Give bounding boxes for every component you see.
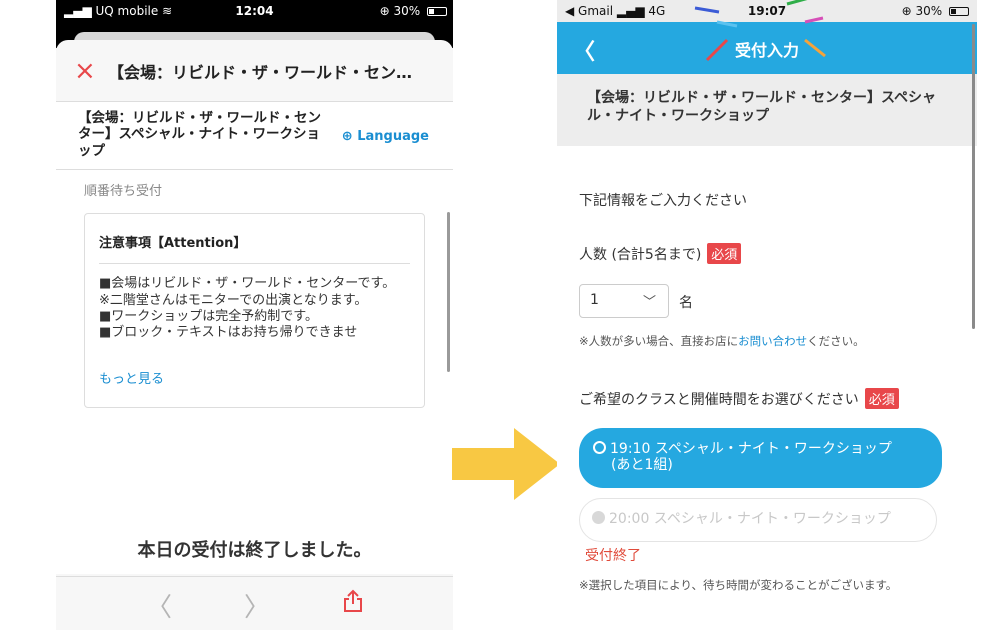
- notice-line: ■ワークショップは完全予約制です。: [99, 308, 318, 324]
- event-title: 【会場：リビルド・ザ・ワールド・センター】スペシャル・ナイト・ワークショップ: [78, 110, 321, 159]
- contact-link[interactable]: お問い合わせ: [738, 334, 807, 348]
- sheet-nav-bar: × 【会場：リビルド・ザ・ワールド・セン…: [56, 40, 453, 102]
- battery-icon: [427, 7, 447, 16]
- count-note: ※人数が多い場合、直接お店にお問い合わせください。: [579, 334, 865, 348]
- notice-line: ※二階堂さんはモニターでの出演となります。: [99, 292, 368, 308]
- battery-status: ⊕ 30%: [380, 4, 447, 18]
- scrollbar[interactable]: [972, 24, 975, 329]
- required-badge: 必須: [864, 388, 899, 409]
- slot-option-2000: 20:00 スペシャル・ナイト・ワークショップ: [579, 498, 937, 542]
- share-icon[interactable]: [342, 589, 364, 620]
- scrollbar[interactable]: [447, 212, 450, 372]
- right-phone-screenshot: ◀ Gmail ▂▄▆ 4G 19:07 ⊕ 30% 〈 受付入力 【会場：リビ…: [557, 0, 977, 630]
- notice-line: ■会場はリビルド・ザ・ワールド・センターです。: [99, 276, 396, 292]
- slot-label: ご希望のクラスと開催時間をお選びください 必須: [579, 388, 899, 409]
- sheet-title: 【会場：リビルド・ザ・ワールド・セン…: [108, 62, 413, 82]
- radio-icon: [593, 441, 606, 454]
- required-badge: 必須: [707, 243, 742, 264]
- count-select[interactable]: 1 ﹀: [579, 284, 669, 318]
- status-bar: ▂▄▆ UQ mobile ≋ 12:04 ⊕ 30%: [56, 0, 453, 22]
- count-label: 人数 (合計5名まで) 必須: [579, 243, 742, 264]
- slot-note: ※選択した項目により、待ち時間が変わることがございます。: [579, 578, 898, 592]
- notice-card: 注意事項【Attention】 ■会場はリビルド・ザ・ワールド・センターです。 …: [84, 213, 425, 409]
- count-unit: 名: [679, 295, 693, 311]
- back-arrow-icon[interactable]: 〈: [146, 587, 172, 624]
- notice-title: 注意事項【Attention】: [99, 232, 410, 265]
- forward-arrow-icon[interactable]: 〉: [244, 587, 270, 624]
- slot-closed-status: 受付終了: [585, 548, 641, 564]
- close-icon[interactable]: ×: [74, 58, 108, 84]
- battery-icon: [949, 7, 969, 16]
- slot-option-1910[interactable]: 19:10 スペシャル・ナイト・ワークショップ (あと1組): [579, 428, 942, 488]
- left-phone-screenshot: ▂▄▆ UQ mobile ≋ 12:04 ⊕ 30% × 【会場：リビルド・ザ…: [56, 0, 453, 630]
- notice-body: ■会場はリビルド・ザ・ワールド・センターです。 ※二階堂さんはモニターでの出演と…: [99, 276, 410, 359]
- event-header: 【会場：リビルド・ザ・ワールド・センター】スペシャル・ナイト・ワークショップ ⊕…: [56, 102, 453, 171]
- event-title: 【会場：リビルド・ザ・ワールド・センター】スペシャル・ナイト・ワークショップ: [557, 74, 977, 146]
- orientation-lock-icon: ⊕: [901, 4, 912, 18]
- web-sheet: × 【会場：リビルド・ザ・ワールド・セン… 【会場：リビルド・ザ・ワールド・セン…: [56, 40, 453, 630]
- section-label: 順番待ち受付: [84, 184, 163, 200]
- globe-icon: ⊕: [341, 129, 353, 144]
- confetti-decoration: [694, 0, 826, 62]
- chevron-down-icon: ﹀: [642, 295, 656, 310]
- right-arrow-icon: [452, 428, 560, 500]
- browser-toolbar: 〈 〉: [56, 576, 453, 630]
- count-value: 1: [590, 292, 599, 308]
- orientation-lock-icon: ⊕: [379, 4, 390, 18]
- radio-icon: [592, 511, 605, 524]
- battery-status: ⊕ 30%: [902, 4, 969, 18]
- closed-message: 本日の受付は終了しました。: [137, 540, 372, 561]
- web-content: 【会場：リビルド・ザ・ワールド・センター】スペシャル・ナイト・ワークショップ ⊕…: [56, 102, 453, 574]
- show-more-link[interactable]: もっと見る: [99, 368, 410, 387]
- notice-line: ■ブロック・テキストはお持ち帰りできませ: [99, 325, 358, 341]
- language-button[interactable]: ⊕ Language: [342, 129, 429, 159]
- form-intro: 下記情報をご入力ください: [579, 193, 747, 209]
